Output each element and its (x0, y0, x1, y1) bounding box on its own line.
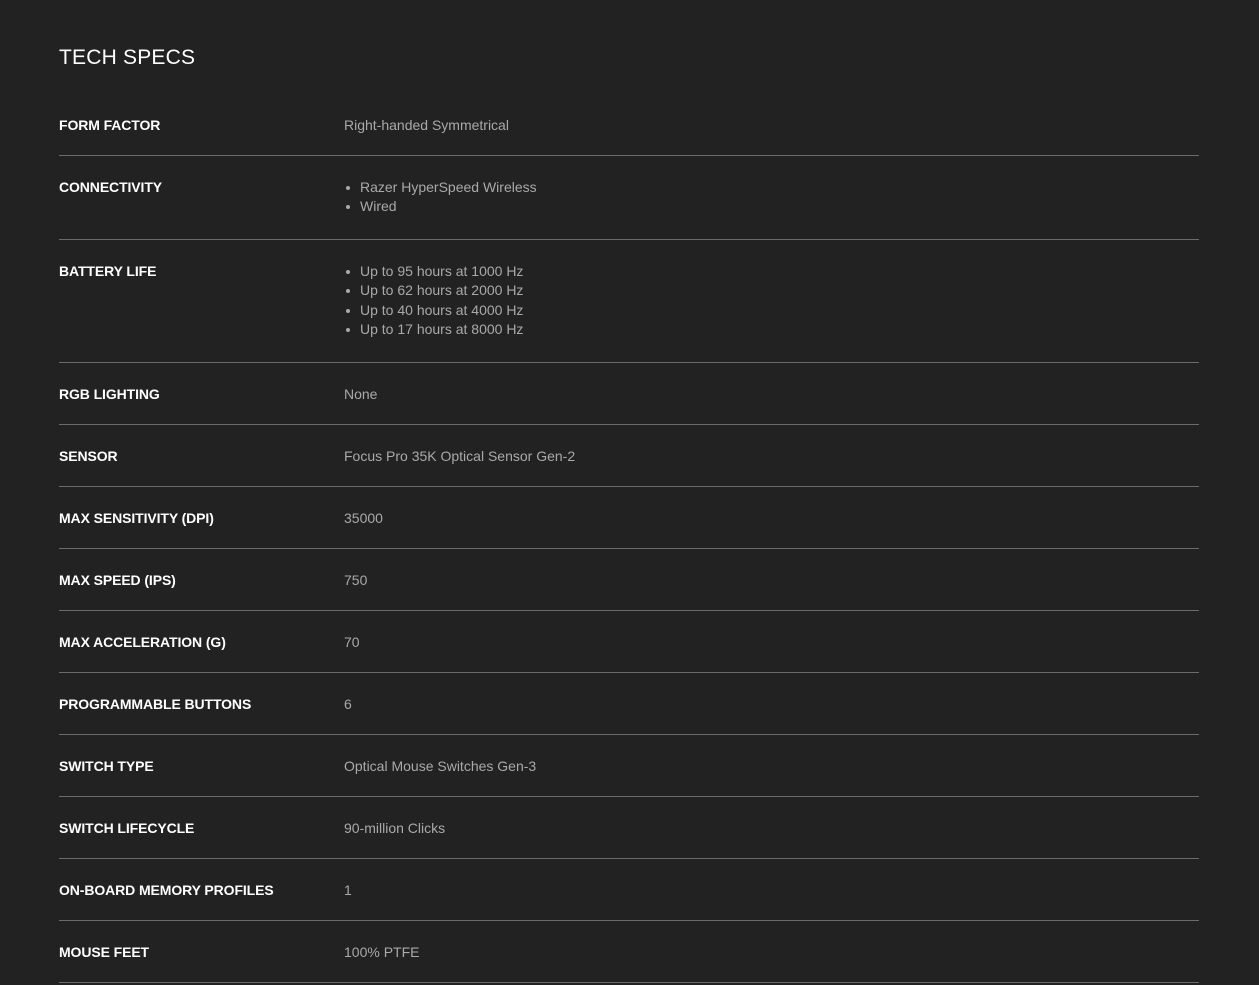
spec-label: FORM FACTOR (59, 117, 161, 133)
spec-label: MAX ACCELERATION (G) (59, 634, 226, 650)
specs-table: FORM FACTOR Right-handed Symmetrical CON… (59, 94, 1199, 983)
spec-row-connectivity: CONNECTIVITY Razer HyperSpeed Wireless W… (59, 156, 1199, 240)
spec-row-rgb-lighting: RGB LIGHTING None (59, 363, 1199, 425)
list-item: Razer HyperSpeed Wireless (346, 177, 1199, 198)
spec-row-sensor: SENSOR Focus Pro 35K Optical Sensor Gen-… (59, 425, 1199, 487)
spec-label: SENSOR (59, 448, 118, 464)
spec-row-mouse-feet: MOUSE FEET 100% PTFE (59, 921, 1199, 983)
list-item: Up to 17 hours at 8000 Hz (346, 319, 1199, 340)
spec-label: PROGRAMMABLE BUTTONS (59, 696, 252, 712)
spec-row-max-acceleration: MAX ACCELERATION (G) 70 (59, 611, 1199, 673)
spec-row-form-factor: FORM FACTOR Right-handed Symmetrical (59, 94, 1199, 156)
spec-label: SWITCH LIFECYCLE (59, 820, 195, 836)
spec-value-list: Up to 95 hours at 1000 Hz Up to 62 hours… (344, 262, 1199, 340)
spec-value: 35000 (344, 510, 383, 526)
list-item: Up to 40 hours at 4000 Hz (346, 300, 1199, 321)
list-item: Up to 95 hours at 1000 Hz (346, 261, 1199, 282)
spec-label: SWITCH TYPE (59, 758, 154, 774)
spec-value: 750 (344, 572, 368, 588)
spec-value: 70 (344, 634, 360, 650)
spec-row-max-sensitivity: MAX SENSITIVITY (DPI) 35000 (59, 487, 1199, 549)
spec-row-switch-lifecycle: SWITCH LIFECYCLE 90-million Clicks (59, 797, 1199, 859)
spec-label: BATTERY LIFE (59, 263, 157, 279)
spec-label: RGB LIGHTING (59, 386, 160, 402)
spec-row-programmable-buttons: PROGRAMMABLE BUTTONS 6 (59, 673, 1199, 735)
spec-row-max-speed: MAX SPEED (IPS) 750 (59, 549, 1199, 611)
section-title: TECH SPECS (59, 46, 196, 69)
spec-value: 90-million Clicks (344, 820, 446, 836)
spec-value: 1 (344, 882, 352, 898)
spec-label: MOUSE FEET (59, 944, 150, 960)
spec-value: Right-handed Symmetrical (344, 117, 509, 133)
spec-value: None (344, 386, 378, 402)
spec-row-switch-type: SWITCH TYPE Optical Mouse Switches Gen-3 (59, 735, 1199, 797)
spec-label: MAX SPEED (IPS) (59, 572, 176, 588)
spec-value: Focus Pro 35K Optical Sensor Gen-2 (344, 448, 576, 464)
list-item: Wired (346, 196, 1199, 217)
list-item: Up to 62 hours at 2000 Hz (346, 280, 1199, 301)
spec-label: CONNECTIVITY (59, 179, 163, 195)
spec-value: 6 (344, 696, 352, 712)
spec-value: 100% PTFE (344, 944, 420, 960)
spec-row-onboard-memory: ON-BOARD MEMORY PROFILES 1 (59, 859, 1199, 921)
spec-label: ON-BOARD MEMORY PROFILES (59, 882, 274, 898)
spec-value: Optical Mouse Switches Gen-3 (344, 758, 537, 774)
spec-row-battery-life: BATTERY LIFE Up to 95 hours at 1000 Hz U… (59, 240, 1199, 363)
spec-label: MAX SENSITIVITY (DPI) (59, 510, 214, 526)
spec-value-list: Razer HyperSpeed Wireless Wired (344, 178, 1199, 217)
